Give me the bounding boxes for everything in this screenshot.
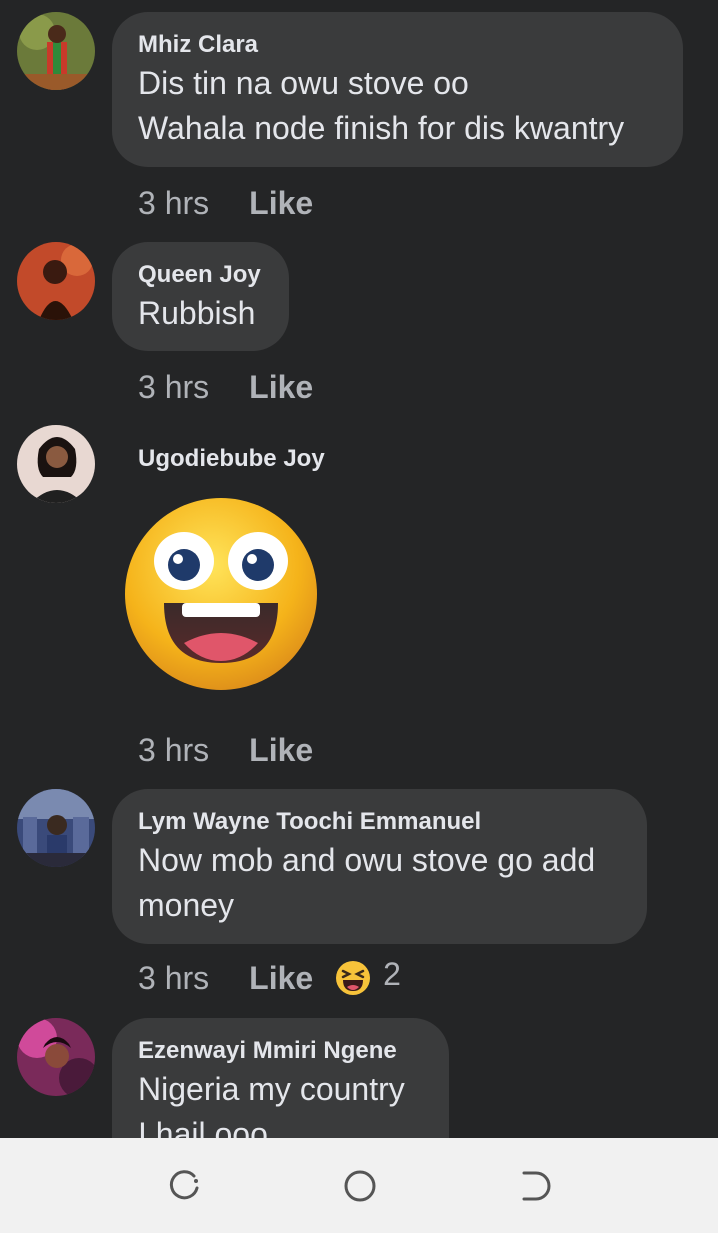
avatar[interactable] [17,1018,95,1096]
comment-actions: 3 hrs Like [138,367,313,407]
home-icon[interactable] [342,1168,378,1204]
comment-author[interactable]: Lym Wayne Toochi Emmanuel [138,808,621,836]
comment-text: Rubbish [138,295,256,331]
comment-author[interactable]: Mhiz Clara [138,31,657,59]
avatar[interactable] [17,12,95,90]
reaction-count: 2 [383,955,401,992]
comment-actions: 3 hrs Like [138,730,313,770]
like-button[interactable]: Like [249,185,313,222]
system-navigation-bar [0,1138,718,1233]
avatar[interactable] [17,242,95,320]
like-button[interactable]: Like [249,960,313,997]
comment-text: Nigeria my country I hail ooo [138,1071,405,1138]
reaction-summary[interactable]: 2 [335,956,401,997]
like-button[interactable]: Like [249,732,313,769]
comment-actions: 3 hrs Like 2 [138,956,401,998]
comment-author[interactable]: Ugodiebube Joy [138,445,325,473]
comment-timestamp[interactable]: 3 hrs [138,732,209,769]
grinning-face-sticker [122,495,320,693]
haha-icon [336,961,371,995]
comment-bubble: Ezenwayi Mmiri Ngene Nigeria my country … [112,1018,449,1138]
comment-timestamp[interactable]: 3 hrs [138,185,209,222]
comment-timestamp[interactable]: 3 hrs [138,960,209,997]
comment-text: Now mob and owu stove go add money [138,842,596,923]
comment-actions: 3 hrs Like [138,183,313,223]
avatar[interactable] [17,789,95,867]
comments-feed: Mhiz Clara Dis tin na owu stove oo Wahal… [0,0,718,1138]
comment-bubble: Lym Wayne Toochi Emmanuel Now mob and ow… [112,789,647,944]
comment-bubble: Mhiz Clara Dis tin na owu stove oo Wahal… [112,12,683,167]
comment-author[interactable]: Ezenwayi Mmiri Ngene [138,1037,423,1065]
back-icon[interactable] [518,1168,554,1204]
comment-bubble: Queen Joy Rubbish [112,242,289,351]
comment-timestamp[interactable]: 3 hrs [138,369,209,406]
avatar[interactable] [17,425,95,503]
comment-author[interactable]: Queen Joy [138,261,263,289]
recent-apps-icon[interactable] [166,1168,202,1204]
comment-text: Dis tin na owu stove oo Wahala node fini… [138,65,625,146]
like-button[interactable]: Like [249,369,313,406]
